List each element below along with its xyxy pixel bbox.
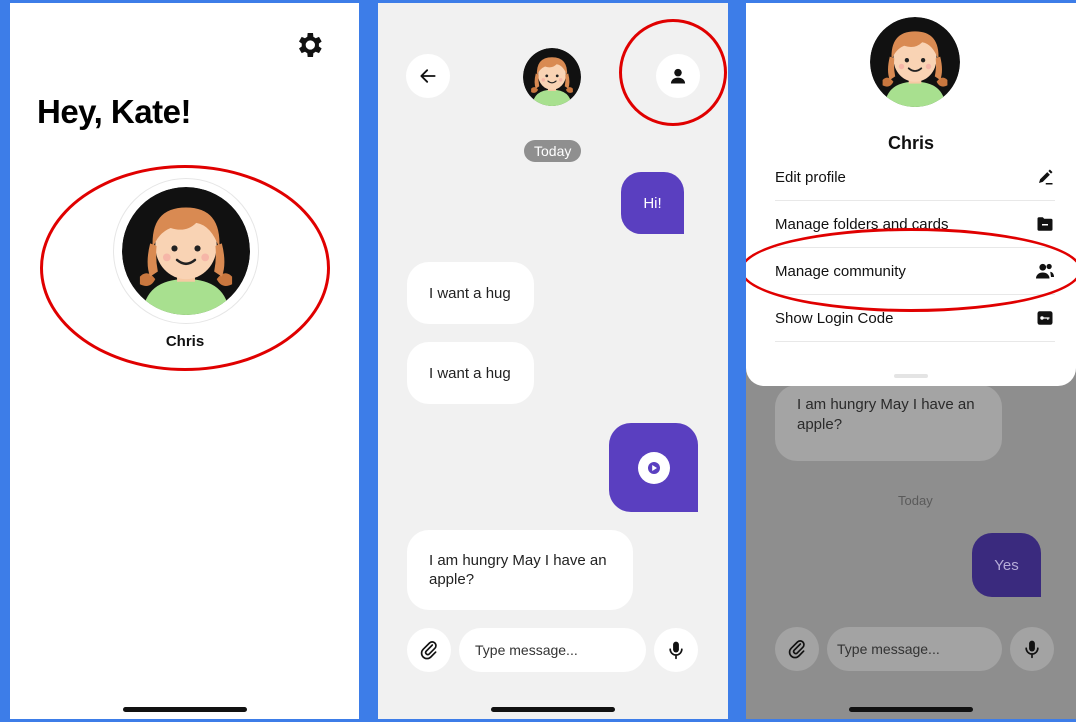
person-icon xyxy=(670,68,686,84)
menu-item-label: Manage community xyxy=(775,262,906,280)
contact-card[interactable] xyxy=(113,178,259,324)
avatar xyxy=(870,17,960,107)
home-indicator xyxy=(122,707,247,712)
gear-icon[interactable] xyxy=(293,29,325,61)
attach-button[interactable] xyxy=(775,627,819,671)
pencil-icon xyxy=(1035,167,1055,187)
microphone-button[interactable] xyxy=(654,628,698,672)
menu-item-edit-profile[interactable]: Edit profile xyxy=(775,154,1055,201)
back-arrow-icon xyxy=(420,69,436,83)
profile-sheet-screen: I am hungry May I have an apple? Today Y… xyxy=(746,3,1076,719)
date-separator: Today xyxy=(524,140,582,162)
microphone-button[interactable] xyxy=(1010,627,1054,671)
menu-item-label: Show Login Code xyxy=(775,309,894,327)
home-screen: Hey, Kate! Chris xyxy=(10,3,359,719)
play-icon[interactable] xyxy=(637,451,670,484)
sheet-handle[interactable] xyxy=(894,374,928,378)
profile-sheet: Chris Edit profile Manage folders and ca… xyxy=(746,3,1076,386)
chat-screen: Today Hi! I want a hug I want a hug I am… xyxy=(378,3,728,719)
input-placeholder: Type message... xyxy=(475,642,578,658)
avatar xyxy=(523,48,581,106)
menu-item-label: Manage folders and cards xyxy=(775,215,949,233)
profile-button[interactable] xyxy=(656,54,700,98)
menu-item-manage-folders[interactable]: Manage folders and cards xyxy=(775,201,1055,248)
menu-item-manage-community[interactable]: Manage community xyxy=(775,248,1055,295)
home-indicator xyxy=(491,707,615,712)
message-input[interactable]: Type message... xyxy=(827,627,1002,671)
microphone-icon xyxy=(1025,640,1039,659)
avatar xyxy=(122,187,250,315)
folder-icon xyxy=(1035,214,1055,234)
message-bubble-out: Hi! xyxy=(621,172,684,234)
input-placeholder: Type message... xyxy=(837,641,940,657)
microphone-icon xyxy=(669,641,683,660)
home-indicator xyxy=(849,707,973,712)
contact-name[interactable]: Chris xyxy=(135,333,235,350)
paperclip-icon xyxy=(420,641,437,660)
people-icon xyxy=(1035,261,1055,281)
message-bubble-in: I want a hug xyxy=(407,342,534,404)
menu-item-label: Edit profile xyxy=(775,168,846,186)
date-separator: Today xyxy=(898,493,933,508)
key-icon xyxy=(1035,308,1055,328)
back-button[interactable] xyxy=(406,54,450,98)
message-bubble-in: I am hungry May I have an apple? xyxy=(775,385,1002,461)
paperclip-icon xyxy=(788,640,805,659)
audio-message[interactable] xyxy=(609,423,698,512)
message-input[interactable]: Type message... xyxy=(459,628,646,672)
message-bubble-in: I am hungry May I have an apple? xyxy=(407,530,633,610)
attach-button[interactable] xyxy=(407,628,451,672)
message-bubble-out: Yes xyxy=(972,533,1041,597)
profile-name: Chris xyxy=(887,133,934,153)
page-title: Hey, Kate! xyxy=(37,93,191,130)
menu-item-show-login-code[interactable]: Show Login Code xyxy=(775,295,1055,342)
message-bubble-in: I want a hug xyxy=(407,262,534,324)
